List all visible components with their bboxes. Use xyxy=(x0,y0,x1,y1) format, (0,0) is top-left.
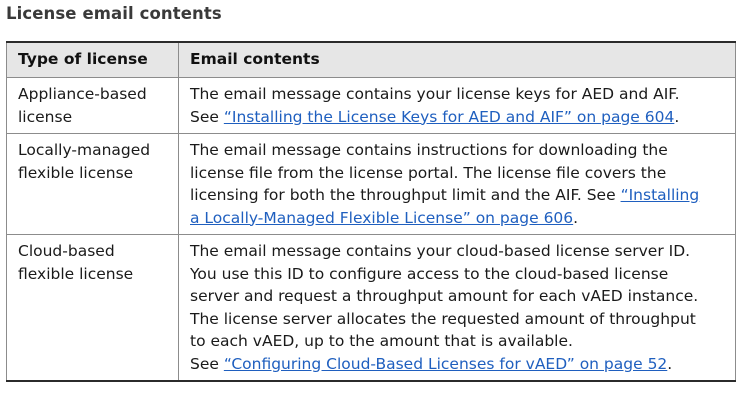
link-installing-locally-managed-part2[interactable]: a Locally-Managed Flexible License” on p… xyxy=(190,209,573,227)
table-row-locally-managed: Locally-managed flexible license The ema… xyxy=(6,133,736,235)
period-text: . xyxy=(667,354,673,373)
column-header-type: Type of license xyxy=(6,41,179,78)
see-text: See xyxy=(190,107,224,126)
email-contents-text: You use this ID to configure access to t… xyxy=(190,264,669,283)
column-header-email-contents: Email contents xyxy=(178,41,736,78)
link-configuring-cloud-based-licenses[interactable]: “Configuring Cloud-Based Licenses for vA… xyxy=(224,355,667,373)
license-type-cell: Appliance-based license xyxy=(6,77,179,134)
email-contents-cell: The email message contains your license … xyxy=(178,77,736,134)
email-contents-text: The email message contains instructions … xyxy=(190,141,668,159)
table-header-row: Type of license Email contents xyxy=(6,41,736,78)
license-type-text: license xyxy=(18,107,73,126)
email-contents-text: server and request a throughput amount f… xyxy=(190,287,699,305)
license-type-text: flexible license xyxy=(18,163,134,182)
section-title: License email contents xyxy=(6,4,222,23)
email-contents-text: The license server allocates the request… xyxy=(190,309,696,328)
link-installing-locally-managed-part1[interactable]: “Installing xyxy=(621,186,700,204)
document-page: License email contents Type of license E… xyxy=(0,0,742,401)
email-contents-text: See “Installing the License Keys for AED… xyxy=(190,106,726,129)
license-email-table: Type of license Email contents Appliance… xyxy=(6,41,736,382)
email-contents-text: a Locally-Managed Flexible License” on p… xyxy=(190,207,726,230)
email-contents-cell: The email message contains your cloud-ba… xyxy=(178,234,736,382)
email-contents-text: The email message contains your cloud-ba… xyxy=(190,242,691,260)
table-row-cloud-based: Cloud-based flexible license The email m… xyxy=(6,234,736,382)
license-type-text: flexible license xyxy=(18,264,134,283)
email-contents-text: The email message contains your license … xyxy=(190,85,680,103)
license-type-text: Cloud-based xyxy=(18,242,115,260)
period-text: . xyxy=(674,107,680,126)
license-type-text: Appliance-based xyxy=(18,85,147,103)
license-type-cell: Cloud-based flexible license xyxy=(6,234,179,382)
table-row-appliance-based: Appliance-based license The email messag… xyxy=(6,77,736,134)
email-contents-cell: The email message contains instructions … xyxy=(178,133,736,235)
email-contents-text: licensing for both the throughput limit … xyxy=(190,184,726,207)
link-installing-license-keys[interactable]: “Installing the License Keys for AED and… xyxy=(224,108,675,126)
license-type-text: Locally-managed xyxy=(18,141,151,159)
email-contents-text: to each vAED, up to the amount that is a… xyxy=(190,332,573,350)
see-text: See xyxy=(190,354,224,373)
licensing-text: licensing for both the throughput limit … xyxy=(190,186,621,204)
email-contents-text: license file from the license portal. Th… xyxy=(190,163,667,182)
period-text: . xyxy=(573,208,579,227)
license-type-cell: Locally-managed flexible license xyxy=(6,133,179,235)
email-contents-text: See “Configuring Cloud-Based Licenses fo… xyxy=(190,353,726,376)
